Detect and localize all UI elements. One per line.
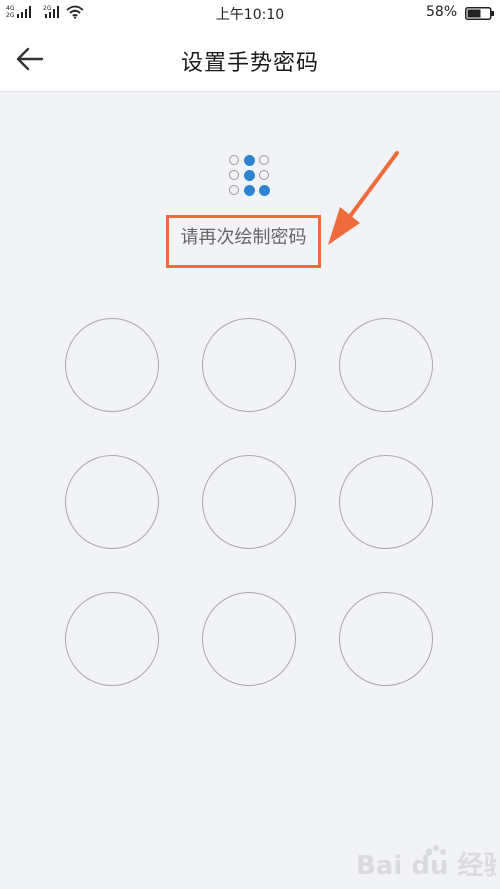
annotation-arrow-icon xyxy=(328,151,399,245)
hint-highlight-box: 请再次绘制密码 xyxy=(166,215,321,268)
pattern-preview xyxy=(226,152,274,200)
preview-dot-empty xyxy=(259,155,269,165)
preview-dot-filled xyxy=(243,184,255,196)
hint-text: 请再次绘制密码 xyxy=(180,227,307,248)
gesture-node-7[interactable] xyxy=(65,592,159,686)
gesture-node-3[interactable] xyxy=(339,318,433,412)
app-header: 设置手势密码 xyxy=(0,26,500,92)
preview-dot-filled xyxy=(243,154,255,166)
gesture-node-9[interactable] xyxy=(339,592,433,686)
gesture-node-8[interactable] xyxy=(202,592,296,686)
page-title: 设置手势密码 xyxy=(180,51,319,76)
baidu-jingyan-watermark: Bai du 经验 xyxy=(356,845,496,881)
preview-dot-empty xyxy=(259,170,269,180)
battery-icon xyxy=(465,7,494,20)
preview-dot-filled xyxy=(243,169,255,181)
svg-text:Bai du 经验: Bai du 经验 xyxy=(356,850,496,881)
gesture-node-2[interactable] xyxy=(202,318,296,412)
preview-dot-filled xyxy=(258,184,270,196)
gesture-node-1[interactable] xyxy=(65,318,159,412)
battery-percentage: 58% xyxy=(426,4,458,20)
gesture-node-5[interactable] xyxy=(202,455,296,549)
status-time: 上午10:10 xyxy=(215,7,285,23)
preview-dot-empty xyxy=(229,185,239,195)
status-bar: 4G 2G 2G 上午10:10 58% xyxy=(0,0,500,26)
preview-dot-empty xyxy=(229,170,239,180)
preview-dot-empty xyxy=(229,155,239,165)
gesture-node-6[interactable] xyxy=(339,455,433,549)
gesture-node-4[interactable] xyxy=(65,455,159,549)
